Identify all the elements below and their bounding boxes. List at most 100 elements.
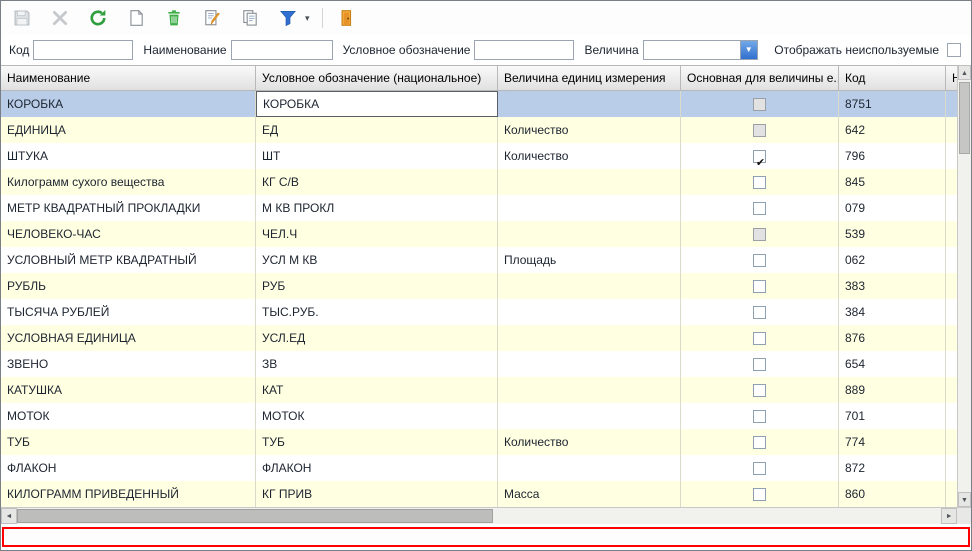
- table-row[interactable]: ФЛАКОНФЛАКОН872: [1, 455, 959, 481]
- cell-partial: [946, 117, 957, 143]
- cell-symbol-editor[interactable]: КОРОБКА: [256, 91, 498, 117]
- table-row[interactable]: Килограмм сухого веществаКГ С/В845: [1, 169, 959, 195]
- cell-magnitude: Площадь: [498, 247, 681, 273]
- main-for-magnitude-checkbox[interactable]: [753, 124, 766, 137]
- code-filter-input[interactable]: [33, 40, 133, 60]
- symbol-filter-input[interactable]: [474, 40, 574, 60]
- column-header-magnitude[interactable]: Величина единиц измерения: [498, 66, 681, 90]
- horizontal-scroll-track[interactable]: [493, 508, 941, 524]
- create-button[interactable]: [123, 5, 149, 31]
- table-row[interactable]: МОТОКМОТОК701: [1, 403, 959, 429]
- column-header-partial[interactable]: Н: [946, 66, 957, 90]
- cell-magnitude: Количество: [498, 117, 681, 143]
- main-for-magnitude-checkbox[interactable]: [753, 254, 766, 267]
- table-row[interactable]: ЧЕЛОВЕКО-ЧАСЧЕЛ.Ч539: [1, 221, 959, 247]
- cell-main: [681, 429, 839, 455]
- table-row[interactable]: ЕДИНИЦАЕДКоличество642: [1, 117, 959, 143]
- cell-name: ЗВЕНО: [1, 351, 256, 377]
- main-for-magnitude-checkbox[interactable]: [753, 410, 766, 423]
- cell-symbol: КАТ: [256, 377, 498, 403]
- toolbar-separator: [322, 8, 323, 28]
- main-for-magnitude-checkbox[interactable]: [753, 332, 766, 345]
- main-for-magnitude-checkbox[interactable]: [753, 358, 766, 371]
- table-row[interactable]: МЕТР КВАДРАТНЫЙ ПРОКЛАДКИМ КВ ПРОКЛ079: [1, 195, 959, 221]
- cell-main: [681, 403, 839, 429]
- column-header-symbol[interactable]: Условное обозначение (национальное): [256, 66, 498, 90]
- units-of-measure-window: ▾ Код Наименование Условное обозначение …: [0, 0, 972, 551]
- name-filter-input[interactable]: [231, 40, 333, 60]
- cell-magnitude: [498, 299, 681, 325]
- cell-name: МОТОК: [1, 403, 256, 429]
- grid-header: Наименование Условное обозначение (нацио…: [1, 65, 959, 91]
- column-header-name[interactable]: Наименование: [1, 66, 256, 90]
- cell-partial: [946, 91, 957, 117]
- refresh-icon: [88, 8, 108, 28]
- scroll-up-icon[interactable]: ▲: [958, 65, 971, 80]
- filter-button[interactable]: [275, 5, 301, 31]
- table-row[interactable]: КИЛОГРАММ ПРИВЕДЕННЫЙКГ ПРИВМасса860: [1, 481, 959, 507]
- cell-magnitude: [498, 403, 681, 429]
- refresh-button[interactable]: [85, 5, 111, 31]
- main-for-magnitude-checkbox[interactable]: [753, 202, 766, 215]
- main-for-magnitude-checkbox[interactable]: [753, 98, 766, 111]
- save-button[interactable]: [9, 5, 35, 31]
- main-for-magnitude-checkbox[interactable]: [753, 462, 766, 475]
- cell-name: Килограмм сухого вещества: [1, 169, 256, 195]
- cell-partial: [946, 299, 957, 325]
- cell-symbol: РУБ: [256, 273, 498, 299]
- main-for-magnitude-checkbox[interactable]: [753, 228, 766, 241]
- cell-partial: [946, 377, 957, 403]
- cell-symbol: ЗВ: [256, 351, 498, 377]
- main-for-magnitude-checkbox[interactable]: [753, 176, 766, 189]
- vertical-scroll-thumb[interactable]: [959, 82, 970, 154]
- cancel-button[interactable]: [47, 5, 73, 31]
- scroll-left-icon[interactable]: ◄: [1, 508, 17, 524]
- scroll-right-icon[interactable]: ►: [941, 508, 957, 524]
- cell-code: 079: [839, 195, 946, 221]
- table-row[interactable]: РУБЛЬРУБ383: [1, 273, 959, 299]
- column-header-main[interactable]: Основная для величины е...: [681, 66, 839, 90]
- units-grid: Наименование Условное обозначение (нацио…: [1, 65, 971, 507]
- table-row[interactable]: КОРОБКАКОРОБКА8751: [1, 91, 959, 117]
- main-for-magnitude-checkbox[interactable]: [753, 280, 766, 293]
- filter-dropdown-arrow[interactable]: ▾: [305, 13, 310, 24]
- cell-code: 796: [839, 143, 946, 169]
- table-row[interactable]: УСЛОВНАЯ ЕДИНИЦАУСЛ.ЕД876: [1, 325, 959, 351]
- hscroll-row: ◄ ►: [1, 507, 971, 524]
- cell-name: ТУБ: [1, 429, 256, 455]
- main-for-magnitude-checkbox[interactable]: [753, 436, 766, 449]
- column-header-code[interactable]: Код: [839, 66, 946, 90]
- cell-main: [681, 299, 839, 325]
- magnitude-filter-combobox[interactable]: ▼: [643, 40, 758, 60]
- horizontal-scrollbar[interactable]: ◄ ►: [1, 507, 957, 524]
- combobox-dropdown-icon[interactable]: ▼: [740, 41, 757, 59]
- vertical-scrollbar[interactable]: ▲ ▼: [957, 65, 971, 507]
- cell-name: КИЛОГРАММ ПРИВЕДЕННЫЙ: [1, 481, 256, 507]
- main-for-magnitude-checkbox[interactable]: [753, 306, 766, 319]
- exit-button[interactable]: [333, 5, 359, 31]
- table-row[interactable]: ШТУКАШТКоличество796: [1, 143, 959, 169]
- cell-magnitude: [498, 377, 681, 403]
- edit-button[interactable]: [199, 5, 225, 31]
- table-row[interactable]: КАТУШКАКАТ889: [1, 377, 959, 403]
- main-for-magnitude-checkbox[interactable]: [753, 150, 766, 163]
- cell-main: [681, 91, 839, 117]
- cell-main: [681, 351, 839, 377]
- main-for-magnitude-checkbox[interactable]: [753, 488, 766, 501]
- table-row[interactable]: ТЫСЯЧА РУБЛЕЙТЫС.РУБ.384: [1, 299, 959, 325]
- toolbar: ▾: [1, 1, 971, 35]
- show-unused-checkbox[interactable]: [947, 43, 961, 57]
- copy-button[interactable]: [237, 5, 263, 31]
- cell-magnitude: [498, 325, 681, 351]
- delete-button[interactable]: [161, 5, 187, 31]
- table-row[interactable]: ТУБТУБКоличество774: [1, 429, 959, 455]
- horizontal-scroll-thumb[interactable]: [17, 509, 493, 523]
- cell-magnitude: Количество: [498, 143, 681, 169]
- show-unused-label: Отображать неиспользуемые: [774, 43, 939, 57]
- scroll-down-icon[interactable]: ▼: [958, 492, 971, 507]
- magnitude-filter-value: [644, 41, 740, 59]
- table-row[interactable]: ЗВЕНОЗВ654: [1, 351, 959, 377]
- cell-partial: [946, 169, 957, 195]
- table-row[interactable]: УСЛОВНЫЙ МЕТР КВАДРАТНЫЙУСЛ М КВПлощадь0…: [1, 247, 959, 273]
- main-for-magnitude-checkbox[interactable]: [753, 384, 766, 397]
